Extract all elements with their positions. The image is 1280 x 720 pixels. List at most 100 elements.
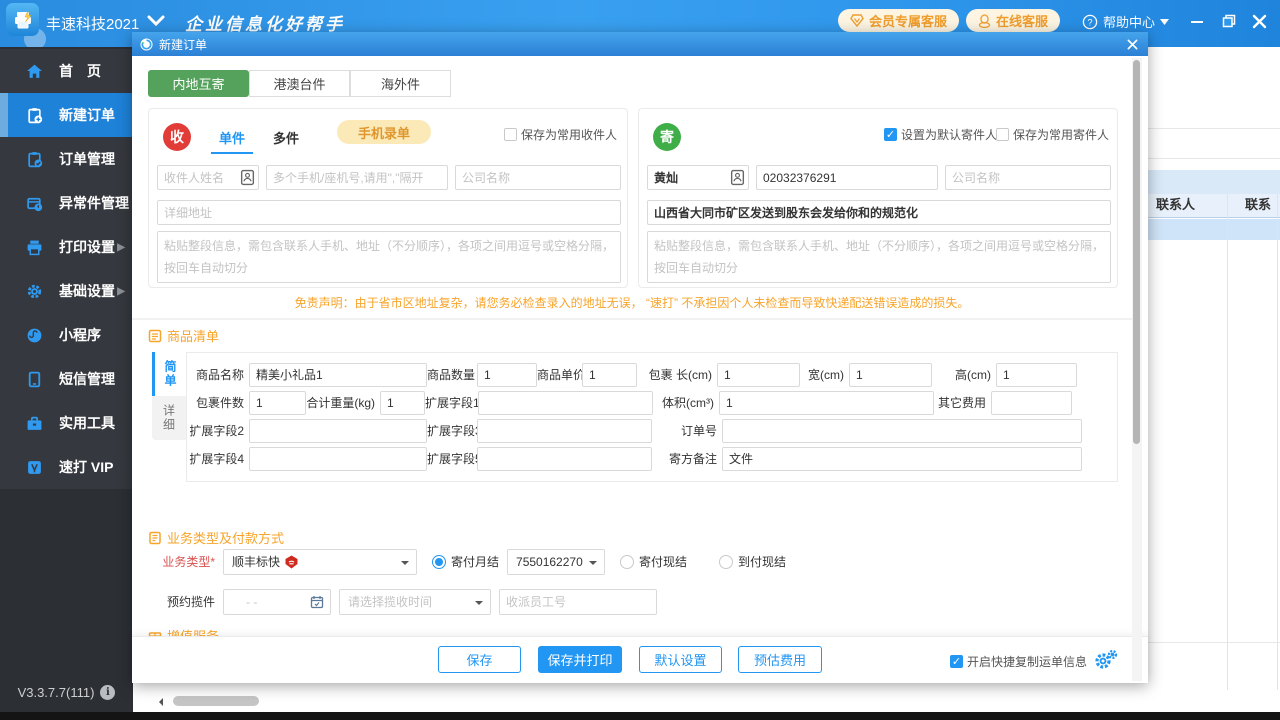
sender-address-input[interactable]	[647, 200, 1111, 225]
sidebar-item-new-order[interactable]: 新建订单	[0, 93, 133, 137]
checkbox-checked-icon[interactable]: ✓	[884, 128, 897, 141]
field-label: 合计重量(kg)	[306, 394, 380, 411]
chevron-down-icon[interactable]	[146, 14, 166, 28]
close-window-button[interactable]	[1250, 12, 1268, 30]
pay-cash-radio[interactable]	[620, 555, 634, 569]
receiver-company-input[interactable]	[455, 165, 621, 190]
sidebar-item-basic-settings[interactable]: 基础设置 ▶	[0, 269, 133, 313]
ext-field3-input[interactable]	[477, 419, 652, 443]
ext-field5-input[interactable]	[477, 447, 652, 471]
pkg-length-input[interactable]	[717, 363, 800, 387]
dialog-vertical-scrollbar[interactable]	[1132, 58, 1142, 681]
field-label: 扩展字段2	[187, 422, 249, 439]
dialog-close-button[interactable]	[1124, 36, 1140, 52]
field-label: 宽(cm)	[800, 366, 849, 383]
address-book-icon[interactable]	[239, 169, 256, 186]
caret-down-icon	[1160, 19, 1169, 25]
product-qty-input[interactable]	[477, 363, 537, 387]
default-settings-button[interactable]: 默认设置	[639, 646, 722, 673]
calendar-icon[interactable]	[310, 595, 324, 609]
sender-paste-textarea[interactable]	[647, 231, 1111, 283]
ext-field1-input[interactable]	[478, 391, 653, 415]
tab-hongkong-macao-taiwan[interactable]: 港澳台件	[249, 70, 350, 97]
sidebar-item-order-management[interactable]: 订单管理	[0, 137, 133, 181]
checkbox-icon[interactable]	[996, 128, 1009, 141]
volume-input[interactable]	[719, 391, 934, 415]
scrollbar-thumb[interactable]	[173, 696, 259, 706]
monthly-account-value: 7550162270	[516, 555, 583, 569]
save-and-print-button[interactable]: 保存并打印	[538, 646, 622, 673]
other-fee-input[interactable]	[991, 391, 1072, 415]
pickup-date-input[interactable]: - -	[223, 589, 331, 615]
receiver-phone-input[interactable]	[266, 165, 448, 190]
business-type-select[interactable]: 顺丰标快	[223, 549, 417, 575]
restore-button[interactable]	[1220, 12, 1238, 30]
scroll-left-arrow-icon[interactable]	[159, 698, 163, 706]
sender-company-input[interactable]	[945, 165, 1111, 190]
sidebar-item-label: 新建订单	[59, 105, 115, 125]
minimize-button[interactable]	[1188, 12, 1206, 30]
radio-label: 到付现结	[738, 553, 786, 570]
table-column-border	[1277, 194, 1278, 690]
receiver-paste-textarea[interactable]	[157, 231, 621, 283]
phone-entry-button[interactable]: 手机录单	[337, 120, 431, 144]
info-icon[interactable]: i	[100, 685, 115, 700]
clipboard-alert-icon	[26, 195, 43, 212]
field-label: 包裹件数	[187, 394, 249, 411]
vip-support-label: 会员专属客服	[869, 11, 947, 30]
set-default-sender-checkbox[interactable]: ✓ 设置为默认寄件人	[884, 126, 997, 143]
ext-field4-input[interactable]	[249, 447, 427, 471]
sidebar-item-exception-management[interactable]: 异常件管理	[0, 181, 133, 225]
receiver-address-input[interactable]	[157, 200, 621, 225]
sidebar-item-label: 基础设置	[59, 281, 115, 301]
pay-monthly-radio[interactable]	[432, 555, 446, 569]
vip-support-button[interactable]: 会员专属客服	[838, 9, 959, 32]
field-label: 扩展字段3	[427, 422, 477, 439]
version-info: V3.3.7.7(111) i	[0, 685, 133, 700]
product-price-input[interactable]	[582, 363, 637, 387]
sidebar-item-print-settings[interactable]: 打印设置 ▶	[0, 225, 133, 269]
checkbox-label: 开启快捷复制运单信息	[967, 653, 1087, 670]
scrollbar-thumb[interactable]	[1133, 60, 1140, 444]
courier-id-input[interactable]	[499, 589, 657, 615]
pkg-count-input[interactable]	[249, 391, 306, 415]
ext-field2-input[interactable]	[249, 419, 427, 443]
goods-tab-detail[interactable]: 详细	[152, 396, 186, 440]
receiver-tab-single[interactable]: 单件	[219, 128, 245, 147]
order-no-input[interactable]	[722, 419, 1082, 443]
sender-phone-input[interactable]	[756, 165, 938, 190]
save-common-sender-checkbox[interactable]: 保存为常用寄件人	[996, 126, 1109, 143]
product-name-input[interactable]	[249, 363, 427, 387]
receiver-tab-multi[interactable]: 多件	[273, 128, 299, 147]
tab-mainland[interactable]: 内地互寄	[148, 70, 249, 97]
print-settings-gears-icon[interactable]	[1094, 649, 1118, 671]
pickup-time-select[interactable]: 请选择揽收时间	[339, 589, 491, 615]
estimate-fee-button[interactable]: 预估费用	[738, 646, 822, 673]
receiver-badge: 收	[163, 123, 191, 151]
sidebar-item-utilities[interactable]: 实用工具	[0, 401, 133, 445]
sidebar-item-home[interactable]: 首 页	[0, 49, 133, 93]
online-support-button[interactable]: 在线客服	[966, 9, 1060, 32]
total-weight-input[interactable]	[380, 391, 425, 415]
checkbox-checked-icon[interactable]: ✓	[950, 655, 963, 668]
pkg-height-input[interactable]	[996, 363, 1077, 387]
save-common-receiver-checkbox[interactable]: 保存为常用收件人	[504, 126, 617, 143]
pkg-width-input[interactable]	[849, 363, 932, 387]
monthly-account-select[interactable]: 7550162270	[507, 549, 605, 575]
horizontal-scrollbar[interactable]	[153, 695, 1273, 707]
address-book-icon[interactable]	[729, 169, 746, 186]
tab-overseas[interactable]: 海外件	[350, 70, 451, 97]
quick-copy-checkbox[interactable]: ✓ 开启快捷复制运单信息	[950, 653, 1087, 670]
tab-label: 港澳台件	[273, 74, 325, 93]
save-button[interactable]: 保存	[438, 646, 521, 673]
sidebar-item-label: 小程序	[59, 325, 101, 345]
goods-tab-simple[interactable]: 简单	[152, 352, 186, 396]
diamond-icon	[850, 14, 864, 27]
sidebar-item-sms-management[interactable]: 短信管理	[0, 357, 133, 401]
checkbox-icon[interactable]	[504, 128, 517, 141]
sidebar-item-sudavip[interactable]: 速打 VIP	[0, 445, 133, 489]
pay-on-arrival-radio[interactable]	[719, 555, 733, 569]
sidebar-item-miniprogram[interactable]: 小程序	[0, 313, 133, 357]
help-center-button[interactable]: ? 帮助中心	[1082, 12, 1169, 31]
sender-remark-input[interactable]	[722, 447, 1082, 471]
